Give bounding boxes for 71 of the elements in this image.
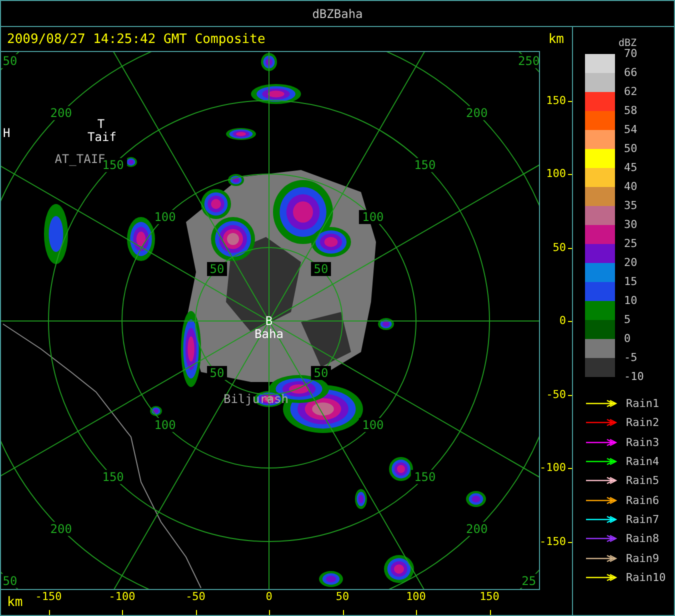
scale-label: 70: [624, 48, 638, 60]
scale-label: 0: [624, 333, 631, 345]
range-label: 100: [154, 210, 176, 224]
axis-tick-label: -50: [186, 590, 206, 604]
axis-tick-label: -150: [540, 534, 566, 548]
track-label: Rain10: [626, 570, 666, 584]
axis-tick-label: 50: [552, 240, 566, 254]
track-label: Rain6: [626, 494, 660, 507]
range-label: 200: [466, 106, 488, 120]
track-label: Rain8: [626, 532, 660, 546]
axis-unit: km: [548, 32, 564, 47]
legend-title: dBZ: [618, 38, 637, 49]
axis-tick-label: 100: [546, 167, 566, 181]
range-label: 50: [210, 366, 224, 380]
range-label: 50: [314, 366, 328, 380]
axis-tick-label: 50: [336, 590, 350, 604]
scale-label: 45: [624, 162, 638, 174]
scale-label: 54: [624, 124, 638, 136]
axis-tick-label: 0: [266, 590, 272, 604]
range-label: 250: [518, 54, 540, 68]
range-label: 100: [362, 418, 384, 432]
range-label: 200: [466, 522, 488, 536]
axis-tick-label: -100: [540, 461, 566, 475]
scale-label: 30: [624, 219, 638, 231]
scale-label: 66: [624, 67, 638, 79]
range-label: 150: [102, 470, 124, 484]
range-label: 200: [50, 106, 72, 120]
timestamp: 2009/08/27 14:25:42 GMT Composite: [7, 32, 266, 47]
range-label: 150: [414, 470, 436, 484]
range-label: 50: [314, 262, 328, 276]
place-label: B: [265, 314, 273, 328]
scale-label: -5: [624, 352, 638, 364]
place-label: T: [97, 117, 105, 131]
scale-label: 15: [624, 276, 638, 288]
scale-label: 10: [624, 295, 638, 307]
range-label: 25: [522, 574, 536, 588]
track-label: Rain2: [626, 416, 660, 430]
track-label: Rain4: [626, 455, 660, 468]
range-label: 150: [414, 158, 436, 172]
window-title: dBZBaha: [312, 6, 363, 20]
scale-label: 62: [624, 86, 638, 98]
axis-tick-label: -150: [35, 590, 62, 604]
scale-label: 5: [624, 314, 631, 326]
axis-tick-label: 0: [559, 314, 566, 328]
axis-tick-label: 100: [406, 590, 426, 604]
track-label: Rain5: [626, 474, 660, 488]
scale-label: 25: [624, 238, 638, 250]
range-label: 100: [154, 418, 176, 432]
range-label: 200: [50, 522, 72, 536]
scale-label: -10: [624, 371, 644, 383]
track-label: Rain3: [626, 436, 660, 449]
track-label: Rain1: [626, 397, 660, 410]
axis-tick-label: -100: [108, 590, 136, 604]
scale-label: 20: [624, 257, 638, 269]
place-label: H: [3, 126, 10, 140]
range-label: 50: [210, 262, 224, 276]
axis-tick-label: -50: [546, 388, 566, 402]
scale-label: 40: [624, 181, 638, 193]
range-label: 100: [362, 210, 384, 224]
axis-tick-label: 150: [480, 590, 500, 604]
scale-label: 50: [624, 143, 638, 155]
track-label: Rain9: [626, 552, 660, 565]
range-label: 50: [2, 54, 18, 68]
axis-unit: km: [7, 595, 23, 610]
scale-label: 58: [624, 105, 638, 117]
scale-label: 35: [624, 200, 638, 212]
axis-tick-label: 150: [546, 94, 566, 108]
place-label: Taif: [88, 130, 116, 144]
place-label: Biljurash: [223, 392, 289, 406]
track-label: Rain7: [626, 512, 660, 526]
range-label: 50: [2, 574, 18, 588]
